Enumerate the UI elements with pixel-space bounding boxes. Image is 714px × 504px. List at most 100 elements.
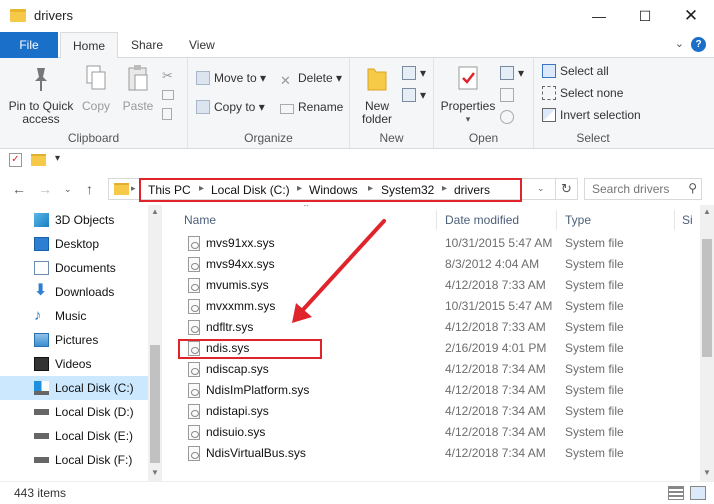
- open-group: Properties ▾ ▾ Open: [434, 58, 534, 148]
- sidebar-item-label: Music: [55, 309, 87, 323]
- help-icon[interactable]: ?: [691, 37, 706, 52]
- customize-toolbar-icon[interactable]: ▾: [55, 153, 60, 164]
- pin-quick-access-button[interactable]: Pin to Quick access: [6, 64, 76, 126]
- breadcrumb-separator-icon[interactable]: ▸: [442, 183, 447, 194]
- open-button[interactable]: ▾: [500, 64, 524, 82]
- move-to-icon: [196, 71, 210, 85]
- paste-button[interactable]: Paste: [118, 64, 158, 113]
- folder-icon: [10, 9, 26, 22]
- select-label: Select: [576, 131, 610, 145]
- tab-view[interactable]: View: [177, 32, 227, 58]
- scroll-up-icon[interactable]: ▲: [151, 207, 159, 216]
- cut-button[interactable]: ✂: [162, 64, 180, 83]
- close-button[interactable]: ✕: [668, 0, 714, 32]
- sidebar-item-local-disk-f[interactable]: Local Disk (F:): [0, 448, 148, 472]
- scroll-down-icon[interactable]: ▼: [151, 468, 159, 477]
- new-label: New: [379, 131, 404, 145]
- minimize-button[interactable]: —: [576, 0, 622, 32]
- sidebar-item-3d-objects[interactable]: 3D Objects: [0, 208, 148, 232]
- folder-icon: [114, 183, 129, 195]
- properties-icon: [458, 66, 478, 90]
- ribbon: Pin to Quick access Copy Paste ✂ Clipboa…: [0, 58, 714, 149]
- forward-arrow-icon[interactable]: →: [38, 181, 52, 197]
- paste-icon: [128, 65, 148, 91]
- file-list-scroll-thumb[interactable]: [702, 239, 712, 357]
- sidebar-item-local-disk-c[interactable]: Local Disk (C:): [0, 376, 148, 400]
- search-input[interactable]: [585, 179, 680, 199]
- sidebar-scrollbar[interactable]: ▲ ▼: [148, 205, 162, 481]
- copy-path-button[interactable]: [162, 84, 178, 102]
- move-to-button[interactable]: Move to ▾: [196, 69, 266, 87]
- pin-label: Pin to Quick access: [8, 99, 74, 126]
- drive-icon: [34, 433, 49, 439]
- breadcrumb-drivers[interactable]: drivers: [454, 183, 490, 197]
- chevron-down-icon[interactable]: ⌄: [675, 37, 684, 50]
- breadcrumb-local-disk[interactable]: Local Disk (C:): [211, 183, 290, 197]
- invert-selection-button[interactable]: Invert selection: [542, 106, 641, 124]
- address-bar[interactable]: ▸ This PC ▸ Local Disk (C:) ▸ Windows ▸ …: [108, 178, 578, 202]
- rename-button[interactable]: Rename: [280, 98, 343, 116]
- sidebar-item-local-disk-e[interactable]: Local Disk (E:): [0, 424, 148, 448]
- breadcrumb-separator-icon[interactable]: ▸: [297, 183, 302, 194]
- select-all-label: Select all: [560, 64, 609, 78]
- folder-icon[interactable]: [31, 154, 46, 166]
- sidebar-item-videos[interactable]: Videos: [0, 352, 148, 376]
- breadcrumb-this-pc[interactable]: This PC: [148, 183, 191, 197]
- sidebar-item-desktop[interactable]: Desktop: [0, 232, 148, 256]
- breadcrumb-windows[interactable]: Windows: [309, 183, 358, 197]
- copy-button[interactable]: Copy: [78, 64, 114, 113]
- new-item-icon: [402, 66, 416, 80]
- sidebar-item-pictures[interactable]: Pictures: [0, 328, 148, 352]
- breadcrumb-separator-icon[interactable]: ▸: [368, 183, 373, 194]
- tab-file[interactable]: File: [0, 32, 58, 58]
- details-view-icon[interactable]: [668, 486, 684, 500]
- sidebar-item-label: 3D Objects: [55, 213, 115, 227]
- sidebar-item-music[interactable]: ♪ Music: [0, 304, 148, 328]
- address-dropdown-icon[interactable]: ⌄: [537, 183, 545, 194]
- rename-label: Rename: [298, 100, 344, 114]
- search-icon[interactable]: ⚲: [688, 181, 697, 195]
- sidebar-item-local-disk-d[interactable]: Local Disk (D:): [0, 400, 148, 424]
- sidebar-item-documents[interactable]: Documents: [0, 256, 148, 280]
- breadcrumb-separator-icon[interactable]: ▸: [199, 183, 204, 194]
- paste-shortcut-icon: [162, 108, 172, 120]
- copy-to-button[interactable]: Copy to ▾: [196, 98, 265, 116]
- tab-home[interactable]: Home: [60, 32, 119, 59]
- drive-icon: [34, 409, 49, 415]
- sidebar-item-downloads[interactable]: ⬇ Downloads: [0, 280, 148, 304]
- organize-group: Move to ▾ Copy to ▾ ✕ Delete ▾ Rename Org…: [188, 58, 350, 148]
- copy-to-icon: [196, 100, 210, 114]
- back-arrow-icon[interactable]: ←: [12, 181, 26, 197]
- address-chevron-icon[interactable]: ▸: [131, 183, 136, 194]
- paste-shortcut-button[interactable]: [162, 104, 176, 122]
- new-item-button[interactable]: ▾: [402, 64, 426, 82]
- sidebar-item-label: Local Disk (C:): [55, 381, 134, 395]
- scroll-up-icon[interactable]: ▲: [703, 207, 711, 216]
- delete-button[interactable]: ✕ Delete ▾: [280, 69, 342, 88]
- properties-button[interactable]: Properties ▾: [440, 64, 496, 126]
- new-folder-label: New folder: [361, 99, 393, 126]
- history-button[interactable]: [500, 108, 518, 126]
- select-all-button[interactable]: Select all: [542, 62, 609, 80]
- edit-icon: [500, 88, 514, 102]
- refresh-icon[interactable]: ↻: [555, 179, 577, 199]
- select-group: Select all Select none Invert selection …: [534, 58, 652, 148]
- breadcrumb-system32[interactable]: System32: [381, 183, 434, 197]
- large-icons-view-icon[interactable]: [690, 486, 706, 500]
- edit-button[interactable]: [500, 86, 518, 104]
- easy-access-button[interactable]: ▾: [402, 86, 426, 104]
- sidebar-item-label: Desktop: [55, 237, 100, 251]
- sidebar-scroll-thumb[interactable]: [150, 345, 160, 463]
- select-none-button[interactable]: Select none: [542, 84, 623, 102]
- tab-share[interactable]: Share: [119, 32, 175, 58]
- properties-icon[interactable]: ✓: [9, 153, 22, 167]
- file-list-scrollbar[interactable]: ▲ ▼: [700, 205, 714, 481]
- recent-locations-icon[interactable]: ⌄: [64, 184, 72, 195]
- scroll-down-icon[interactable]: ▼: [703, 468, 711, 477]
- ribbon-tabs: File Home Share View ⌄ ?: [0, 32, 714, 59]
- red-arrow-annotation: [292, 219, 386, 323]
- maximize-button[interactable]: ☐: [622, 0, 668, 32]
- up-arrow-icon[interactable]: ↑: [86, 181, 93, 197]
- new-folder-button[interactable]: New folder: [356, 64, 398, 126]
- sidebar-item-label: Pictures: [55, 333, 99, 347]
